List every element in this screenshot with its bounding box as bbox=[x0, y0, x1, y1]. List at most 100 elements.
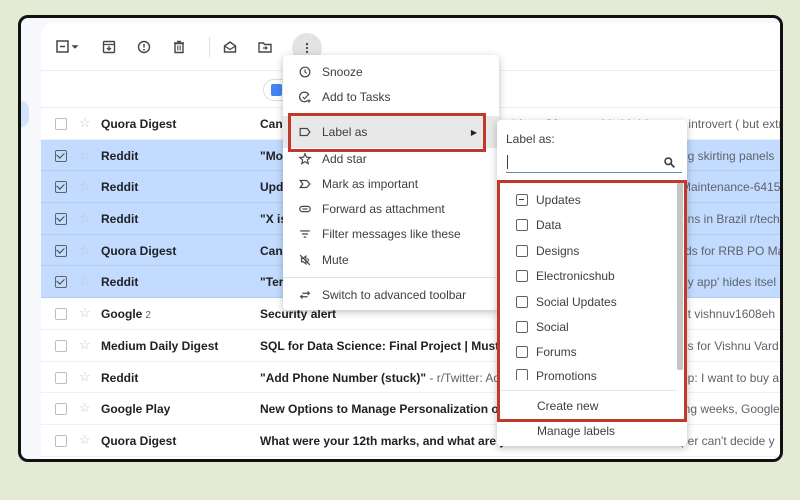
email-subject: New Options to Manage Personalization on… bbox=[260, 402, 519, 416]
important-icon bbox=[297, 176, 313, 192]
sender-name: Google bbox=[101, 307, 143, 322]
star-icon[interactable]: ☆ bbox=[79, 242, 91, 258]
document-icon bbox=[271, 84, 282, 96]
email-sender: Reddit bbox=[101, 371, 138, 385]
email-sender: Reddit bbox=[101, 275, 138, 289]
compose-edge bbox=[21, 100, 29, 128]
email-snippet: ng skirting panels bbox=[681, 148, 775, 163]
menu-item-label: Add to Tasks bbox=[322, 89, 391, 104]
trash-icon bbox=[174, 40, 184, 54]
sender-name: Quora Digest bbox=[101, 117, 177, 131]
email-sender: Google 2 bbox=[101, 307, 151, 321]
caret-down-icon bbox=[71, 45, 79, 49]
email-sender: Google Play bbox=[101, 402, 170, 416]
row-checkbox[interactable] bbox=[55, 149, 67, 162]
star-icon[interactable]: ☆ bbox=[79, 432, 91, 448]
menu-item-label: Mute bbox=[322, 252, 349, 267]
move-to-button[interactable] bbox=[253, 35, 277, 59]
subject-text: What were your 12th marks, and what are … bbox=[260, 433, 514, 448]
mark-as-read-button[interactable] bbox=[218, 35, 242, 59]
star-icon[interactable]: ☆ bbox=[79, 147, 91, 163]
highlight-box-labels bbox=[497, 180, 687, 422]
swap-icon bbox=[297, 287, 313, 303]
archive-button[interactable] bbox=[97, 35, 121, 59]
row-checkbox[interactable] bbox=[55, 118, 67, 130]
sender-name: Reddit bbox=[101, 275, 139, 290]
sender-name: Quora Digest bbox=[101, 243, 177, 258]
email-snippet: per can't decide y bbox=[681, 433, 775, 448]
sender-name: Medium Daily Digest bbox=[101, 338, 219, 353]
email-snippet: Maintenance-6415 bbox=[681, 180, 781, 195]
star-icon[interactable]: ☆ bbox=[79, 305, 91, 321]
sender-name: Google Play bbox=[101, 402, 171, 417]
email-snippet: nt vishnuv1608eh bbox=[681, 307, 776, 322]
label-as-title: Label as: bbox=[506, 132, 555, 146]
menu-item-mark-as-important[interactable]: Mark as important bbox=[283, 171, 499, 196]
star-icon[interactable]: ☆ bbox=[79, 115, 91, 131]
email-snippet: es for Vishnu Vard bbox=[681, 338, 779, 353]
email-snippet: op: I want to buy a bbox=[681, 370, 780, 385]
menu-item-add-to-tasks[interactable]: Add to Tasks bbox=[283, 84, 499, 109]
row-checkbox[interactable] bbox=[55, 244, 67, 257]
inline-snippet: - r/Twitter: Add bbox=[426, 370, 507, 385]
star-icon[interactable]: ☆ bbox=[79, 178, 91, 194]
star-icon[interactable]: ☆ bbox=[79, 369, 91, 385]
toolbar-divider bbox=[209, 37, 210, 57]
menu-item-filter-messages-like-these[interactable]: Filter messages like these bbox=[283, 221, 499, 246]
star-icon[interactable]: ☆ bbox=[79, 337, 91, 353]
envelope-open-icon bbox=[223, 41, 237, 53]
star-icon bbox=[297, 151, 313, 167]
row-checkbox[interactable] bbox=[55, 213, 67, 226]
add-task-icon bbox=[297, 89, 313, 105]
email-sender: Reddit bbox=[101, 212, 138, 226]
report-spam-icon bbox=[137, 40, 151, 54]
mute-icon bbox=[297, 252, 313, 268]
menu-item-forward-as-attachment[interactable]: Forward as attachment bbox=[283, 196, 499, 221]
sender-name: Reddit bbox=[101, 370, 139, 385]
email-sender: Quora Digest bbox=[101, 434, 176, 448]
menu-item-label: Filter messages like these bbox=[322, 226, 461, 241]
sender-name: Reddit bbox=[101, 180, 139, 195]
menu-item-label: Snooze bbox=[322, 64, 363, 79]
menu-item-switch-to-advanced-toolbar[interactable]: Switch to advanced toolbar bbox=[283, 282, 499, 307]
menu-item-label: Forward as attachment bbox=[322, 201, 445, 216]
email-snippet: py app' hides itsel bbox=[681, 275, 777, 290]
star-icon[interactable]: ☆ bbox=[79, 400, 91, 416]
search-icon bbox=[664, 157, 676, 169]
subject-text: Can bbox=[260, 117, 283, 131]
delete-button[interactable] bbox=[167, 35, 191, 59]
select-dropdown-button[interactable] bbox=[68, 35, 82, 59]
label-search-input[interactable] bbox=[506, 153, 682, 173]
row-checkbox[interactable] bbox=[55, 371, 67, 384]
sender-name: Reddit bbox=[101, 148, 139, 163]
row-checkbox[interactable] bbox=[55, 181, 67, 194]
archive-icon bbox=[102, 40, 116, 54]
more-vert-icon bbox=[305, 42, 309, 54]
email-subject: What were your 12th marks, and what are … bbox=[260, 434, 513, 448]
email-snippet: ons in Brazil r/tech bbox=[681, 212, 780, 227]
text-cursor bbox=[507, 155, 508, 169]
row-checkbox[interactable] bbox=[55, 339, 67, 352]
row-checkbox[interactable] bbox=[55, 403, 67, 416]
star-icon[interactable]: ☆ bbox=[79, 273, 91, 289]
row-checkbox[interactable] bbox=[55, 434, 67, 447]
email-subject: "Add Phone Number (stuck)" - r/Twitter: … bbox=[260, 371, 507, 385]
menu-item-snooze[interactable]: Snooze bbox=[283, 59, 499, 84]
menu-divider bbox=[283, 277, 499, 278]
row-checkbox[interactable] bbox=[55, 308, 67, 321]
email-subject: Can bbox=[260, 117, 283, 131]
subject-text: New Options to Manage Personalization on… bbox=[260, 402, 519, 417]
email-sender: Reddit bbox=[101, 180, 138, 194]
email-sender: Reddit bbox=[101, 149, 138, 163]
row-checkbox[interactable] bbox=[55, 276, 67, 289]
manage-labels-button[interactable]: Manage labels bbox=[537, 424, 615, 438]
sender-name: Reddit bbox=[101, 212, 139, 227]
sender-name: Quora Digest bbox=[101, 433, 177, 448]
email-subject: SQL for Data Science: Final Project | Mu… bbox=[260, 339, 517, 353]
clock-icon bbox=[297, 64, 313, 80]
report-spam-button[interactable] bbox=[132, 35, 156, 59]
menu-item-mute[interactable]: Mute bbox=[283, 247, 499, 272]
menu-item-label: Switch to advanced toolbar bbox=[322, 287, 467, 302]
star-icon[interactable]: ☆ bbox=[79, 210, 91, 226]
folder-move-icon bbox=[258, 42, 272, 53]
